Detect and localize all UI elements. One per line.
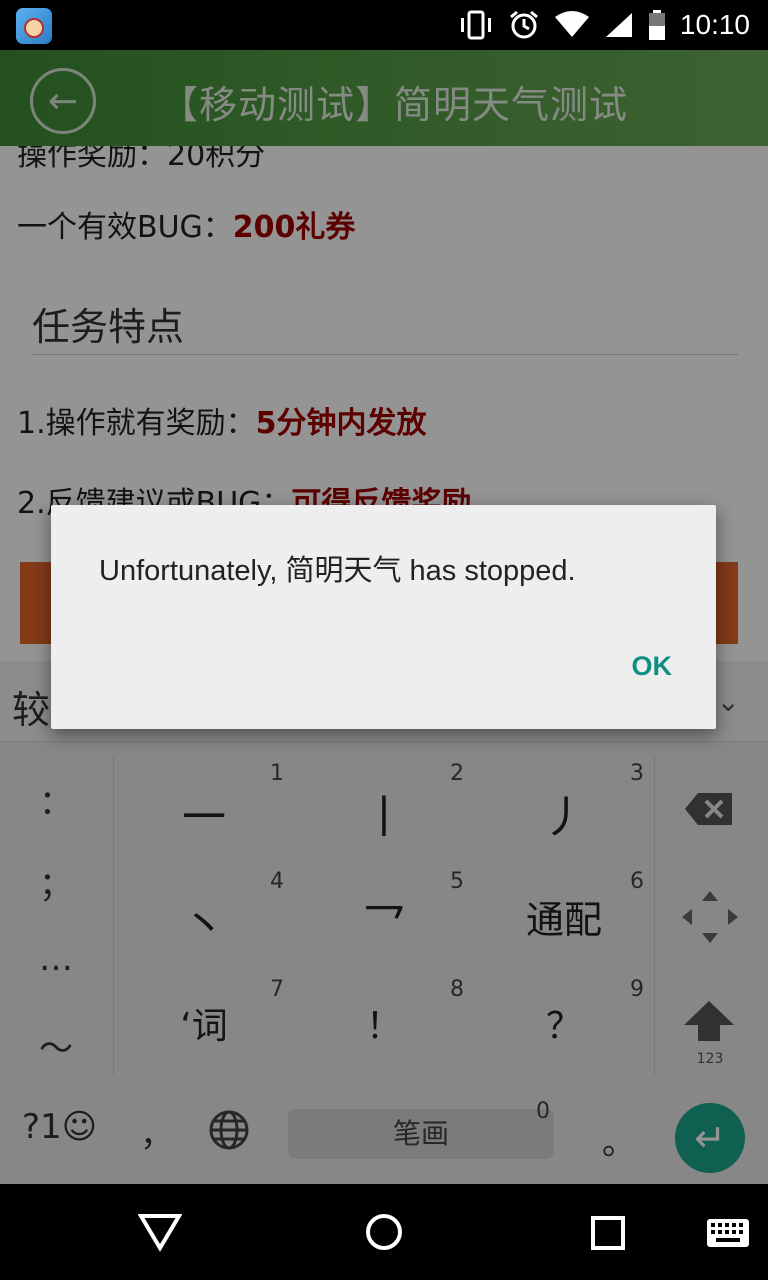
home-circle-icon[interactable] [364, 1212, 404, 1252]
back-triangle-icon[interactable] [138, 1212, 182, 1252]
app-notification-icon [16, 8, 52, 44]
battery-icon [648, 10, 665, 40]
recents-square-icon[interactable] [590, 1215, 626, 1251]
status-bar: 10:10 [0, 0, 768, 50]
keyboard-switch-icon[interactable] [706, 1218, 750, 1248]
dialog-message: Unfortunately, 简明天气 has stopped. [99, 555, 576, 587]
navigation-bar [0, 1184, 768, 1280]
clock: 10:10 [679, 9, 750, 40]
crash-dialog: Unfortunately, 简明天气 has stopped. OK [51, 505, 716, 729]
alarm-icon [509, 10, 538, 39]
wifi-icon [554, 11, 589, 37]
vibrate-icon [460, 10, 491, 40]
signal-icon [605, 13, 632, 37]
ok-button[interactable]: OK [616, 643, 689, 690]
